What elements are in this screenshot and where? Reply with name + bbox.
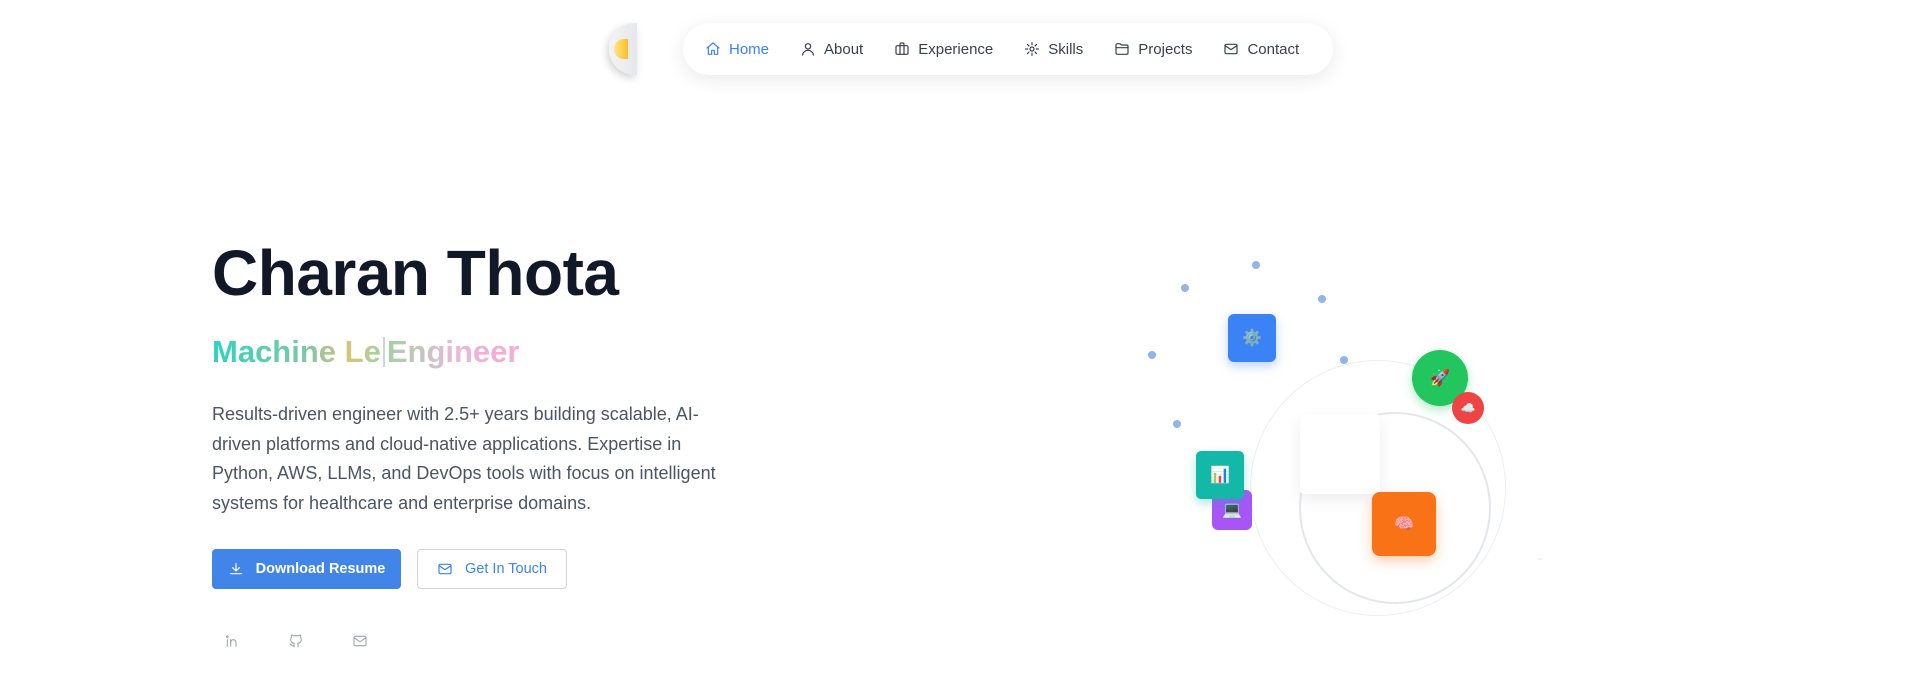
gear-emoji-icon: ⚙️ bbox=[1228, 314, 1276, 362]
user-icon bbox=[802, 43, 814, 56]
hero-name: Charan Thota bbox=[212, 237, 619, 309]
linkedin-link[interactable] bbox=[220, 629, 244, 653]
brain-emoji-icon: 🧠 bbox=[1372, 492, 1436, 556]
github-icon bbox=[289, 634, 302, 648]
nav-item-label: Skills bbox=[1048, 40, 1084, 58]
particle-dot bbox=[1148, 351, 1156, 359]
nav-item-label: Contact bbox=[1247, 40, 1300, 58]
nav-item-contact[interactable]: Contact bbox=[1223, 23, 1299, 75]
particle-dot bbox=[1181, 284, 1189, 292]
briefcase-icon bbox=[895, 42, 909, 55]
decorative-speck bbox=[1538, 558, 1542, 560]
cloud-emoji-icon: ☁️ bbox=[1452, 392, 1484, 424]
gear-icon bbox=[1025, 42, 1040, 56]
hero-illustration: ⚙️ 💻 📊 🧠 🚀 ☁️ bbox=[1140, 250, 1520, 630]
get-in-touch-button[interactable]: Get In Touch bbox=[417, 549, 567, 589]
sun-icon bbox=[614, 39, 628, 59]
nav-item-label: Home bbox=[729, 40, 770, 58]
button-label: Get In Touch bbox=[465, 561, 547, 577]
email-link[interactable] bbox=[348, 629, 372, 653]
ghost-card bbox=[1300, 414, 1380, 494]
button-label: Download Resume bbox=[255, 561, 386, 577]
top-navbar: Home About Experience Skills Projects Co… bbox=[683, 23, 1333, 75]
typing-caret bbox=[382, 337, 385, 367]
nav-item-label: About bbox=[824, 40, 864, 58]
role-text-part: Engineer bbox=[386, 334, 520, 369]
folder-icon bbox=[1115, 43, 1129, 55]
nav-item-skills[interactable]: Skills bbox=[1024, 23, 1083, 75]
download-resume-button[interactable]: Download Resume bbox=[212, 549, 401, 589]
role-text-part: Machine Le bbox=[212, 334, 381, 369]
hero-role-typewriter: Machine Le Engineer bbox=[212, 334, 519, 370]
nav-item-about[interactable]: About bbox=[800, 23, 863, 75]
nav-item-home[interactable]: Home bbox=[705, 23, 769, 75]
hero-description: Results-driven engineer with 2.5+ years … bbox=[212, 404, 716, 513]
nav-item-projects[interactable]: Projects bbox=[1114, 23, 1192, 75]
particle-dot bbox=[1340, 356, 1348, 364]
particle-dot bbox=[1173, 420, 1181, 428]
particle-dot bbox=[1252, 261, 1260, 269]
nav-item-label: Experience bbox=[918, 40, 994, 58]
mail-icon bbox=[1224, 43, 1239, 55]
mail-icon bbox=[438, 563, 452, 575]
nav-item-experience[interactable]: Experience bbox=[894, 23, 993, 75]
download-icon bbox=[229, 563, 242, 575]
github-link[interactable] bbox=[284, 629, 308, 653]
mail-icon bbox=[353, 635, 367, 647]
bar-chart-emoji-icon: 📊 bbox=[1196, 451, 1244, 499]
nav-item-label: Projects bbox=[1138, 40, 1193, 58]
home-icon bbox=[706, 42, 720, 55]
theme-toggle-button[interactable] bbox=[609, 23, 637, 75]
particle-dot bbox=[1318, 295, 1326, 303]
linkedin-icon bbox=[225, 635, 237, 647]
